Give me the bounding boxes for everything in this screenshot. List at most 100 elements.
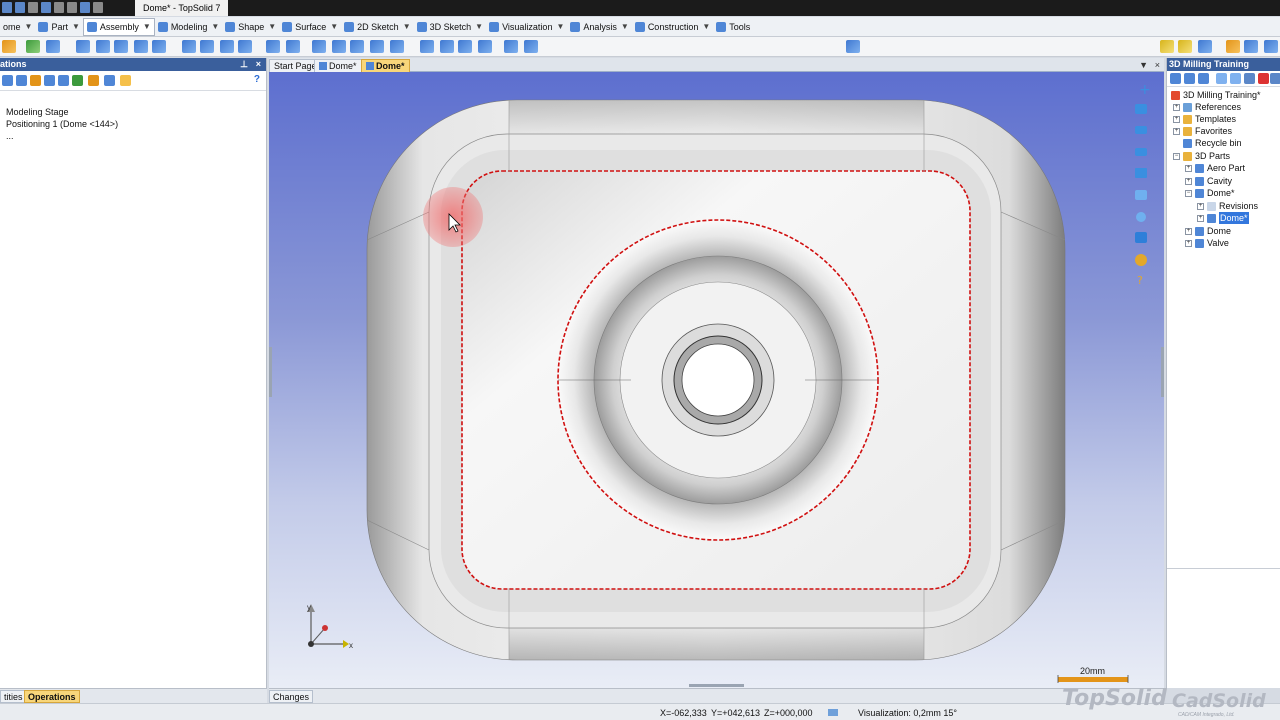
move-up-icon[interactable] [30,75,41,86]
close-icon[interactable]: × [256,58,261,71]
tree-node[interactable]: + Valve [1185,237,1229,249]
select-icon[interactable] [1160,40,1174,53]
tree-node[interactable]: − Dome* [1185,187,1235,199]
panel-divider[interactable] [1167,568,1280,569]
plane-constraint-icon[interactable] [76,40,90,53]
move-icon[interactable] [332,40,346,53]
model-view[interactable]: + ? y x 20mm [269,72,1164,688]
rotate-view-icon[interactable] [1135,126,1147,134]
constraint-icon[interactable] [26,40,40,53]
tab-home[interactable]: ome ▼ [0,18,35,36]
expander-icon[interactable]: + [1197,214,1204,222]
refresh-icon[interactable] [93,2,103,13]
point-constraint-icon[interactable] [114,40,128,53]
tree-node[interactable]: 3D Milling Training* [1171,89,1261,101]
grid-tool-icon[interactable] [1244,40,1258,53]
rotate-icon[interactable] [350,40,364,53]
expander-icon[interactable]: + [1185,227,1192,235]
zoom-fit-icon[interactable] [1135,190,1147,200]
tree-node[interactable]: Recycle bin [1183,137,1242,149]
tab-modeling[interactable]: Modeling ▼ [155,18,222,36]
tree-node-selected[interactable]: + Dome* [1197,212,1249,224]
flag-icon[interactable] [1258,73,1269,84]
tree-item[interactable]: Positioning 1 (Dome <144>) [0,118,266,130]
expander-icon[interactable]: + [1197,202,1204,210]
bom-icon[interactable] [420,40,434,53]
expander-icon[interactable]: + [1173,103,1180,111]
tab-part[interactable]: Part ▼ [35,18,82,36]
expand-all-icon[interactable] [2,75,13,86]
frame-tool-icon[interactable] [1226,40,1240,53]
chevron-down-icon[interactable]: ▼ [621,22,629,31]
tab-menu-icon[interactable]: ▼ [1139,58,1148,72]
symmetry-icon[interactable] [286,40,300,53]
tab-3d-sketch[interactable]: 3D Sketch ▼ [414,18,486,36]
list-icon[interactable] [1244,73,1255,84]
expander-icon[interactable]: + [1185,164,1192,172]
pin-icon[interactable]: ⊥ [240,58,248,71]
collision-icon[interactable] [390,40,404,53]
pan-icon[interactable] [1135,104,1147,114]
chevron-down-icon[interactable]: ▼ [268,22,276,31]
chevron-down-icon[interactable]: ▼ [556,22,564,31]
chevron-down-icon[interactable]: ▼ [330,22,338,31]
tab-dome-2[interactable]: Dome* [361,59,410,72]
tab-visualization[interactable]: Visualization ▼ [486,18,567,36]
undo-icon[interactable] [54,2,64,13]
driver-icon[interactable] [478,40,492,53]
tree-item[interactable]: Modeling Stage [0,106,266,118]
chevron-down-icon[interactable]: ▼ [702,22,710,31]
tab-operations[interactable]: Operations [24,690,80,703]
filter-icon[interactable] [1230,73,1241,84]
tab-dome-1[interactable]: Dome* [314,59,362,72]
chevron-down-icon[interactable]: ▼ [211,22,219,31]
expander-icon[interactable]: + [1185,239,1192,247]
mechanism-icon[interactable] [440,40,454,53]
chevron-down-icon[interactable]: ▼ [143,22,151,31]
filter-tree-icon[interactable] [58,75,69,86]
view-icon[interactable] [1216,73,1227,84]
new-icon[interactable] [41,2,51,13]
expander-icon[interactable]: − [1185,189,1192,197]
include-part-icon[interactable] [2,40,16,53]
angle-constraint-icon[interactable] [200,40,214,53]
project-icon[interactable] [1170,73,1181,84]
tab-assembly[interactable]: Assembly ▼ [82,17,155,36]
visualization-icon[interactable] [828,709,838,716]
snap-icon[interactable] [1198,40,1212,53]
tree-node[interactable]: + Revisions [1197,200,1258,212]
save-icon[interactable] [2,2,12,13]
chevron-down-icon[interactable]: ▼ [72,22,80,31]
tree-node[interactable]: + Dome [1185,225,1231,237]
check-icon[interactable] [72,75,83,86]
print-icon[interactable] [28,2,38,13]
boss-hole[interactable] [681,343,755,417]
position-icon[interactable] [46,40,60,53]
cam-constraint-icon[interactable] [238,40,252,53]
measure-icon[interactable] [524,40,538,53]
tab-construction[interactable]: Construction ▼ [632,18,713,36]
help-icon[interactable]: ? [254,74,260,85]
left-splitter-handle[interactable] [269,347,272,397]
expander-icon[interactable]: − [1173,152,1180,160]
magnifier-icon[interactable] [1136,212,1146,222]
gear-constraint-icon[interactable] [220,40,234,53]
filter-icon[interactable] [846,40,860,53]
sensor-icon[interactable] [504,40,518,53]
cube-view-icon[interactable] [1135,232,1147,243]
redo-icon[interactable] [67,2,77,13]
expander-icon[interactable]: + [1173,115,1180,123]
sort-icon[interactable] [104,75,115,86]
visualization-tolerance[interactable]: Visualization: 0,2mm 15° [858,708,957,718]
distance-constraint-icon[interactable] [182,40,196,53]
tree-node[interactable]: + References [1173,101,1241,113]
tree-node[interactable]: + Favorites [1173,125,1232,137]
tab-shape[interactable]: Shape ▼ [222,18,279,36]
tab-entities[interactable]: tities [0,690,27,703]
close-icon[interactable]: × [1155,58,1160,72]
zoom-icon[interactable]: + [1139,82,1151,98]
tree-node[interactable]: + Cavity [1185,175,1232,187]
chevron-down-icon[interactable]: ▼ [475,22,483,31]
axis-tool-icon[interactable] [1264,40,1278,53]
tab-tools[interactable]: Tools [713,18,753,36]
